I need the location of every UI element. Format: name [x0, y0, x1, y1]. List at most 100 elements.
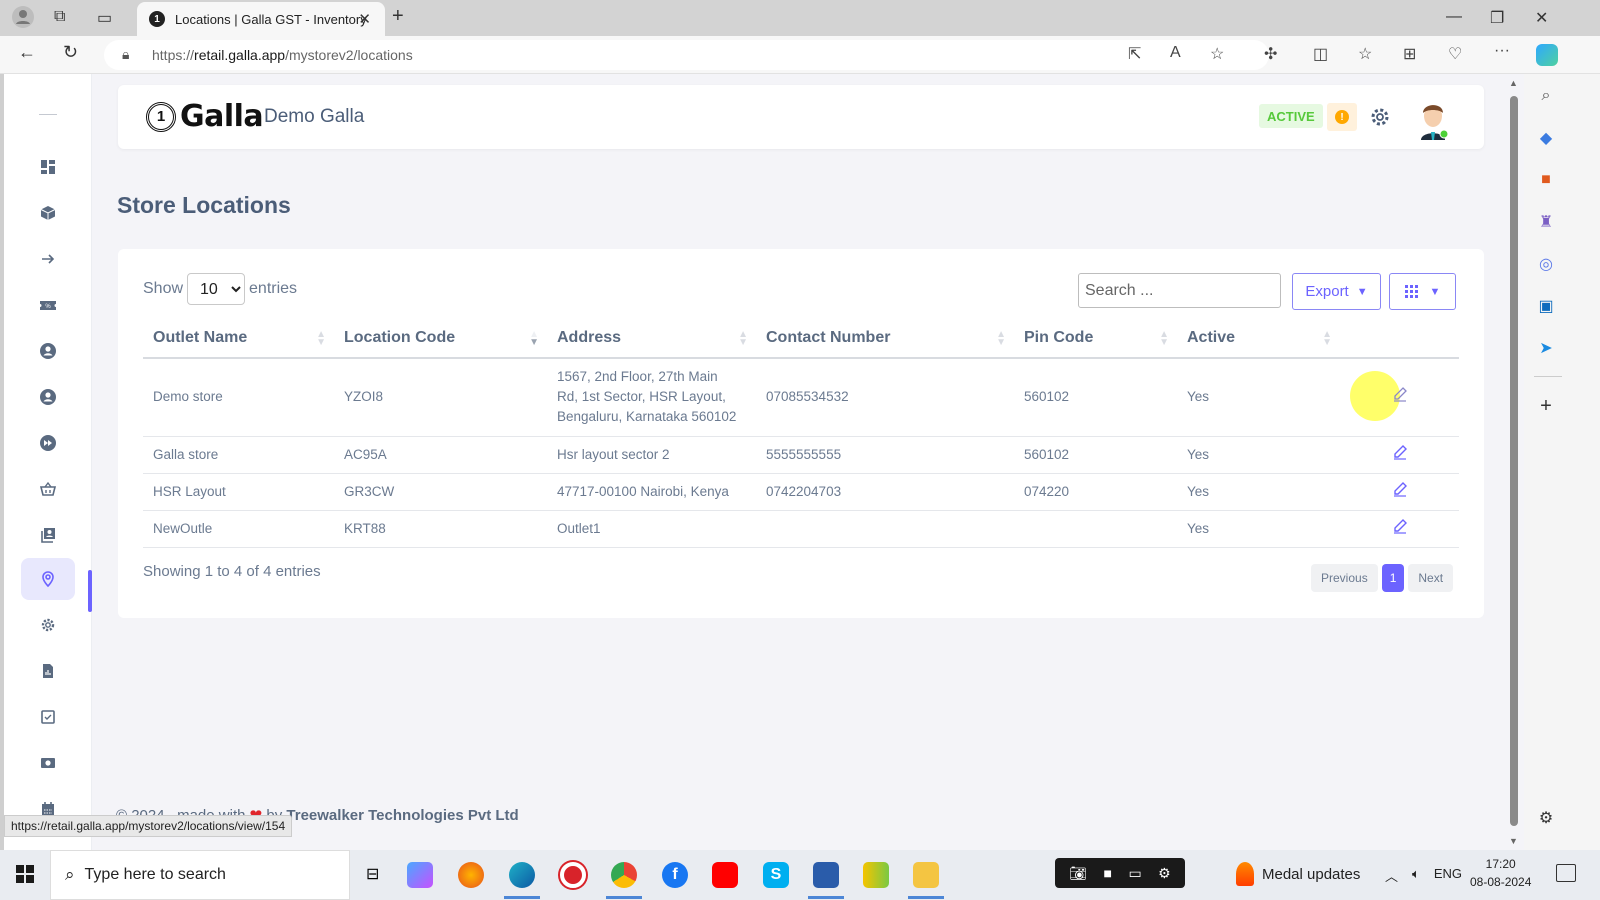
entries-per-page-select[interactable]: 10 [187, 273, 246, 305]
column-header-pin-code[interactable]: Pin Code ▲ ▼ [1014, 319, 1177, 359]
medal-updates-text[interactable]: Medal updates [1262, 866, 1360, 883]
camera-icon[interactable]: 📷︎ [1069, 865, 1087, 882]
gear-icon[interactable]: ⚙ [1158, 865, 1171, 882]
sidebar-item-reports[interactable] [21, 650, 75, 692]
sidebar-item-locations[interactable] [21, 558, 75, 600]
column-visibility-button[interactable]: ▼ [1389, 273, 1456, 310]
volume-icon[interactable]: 🔈︎ [1412, 866, 1420, 885]
tab-actions-icon[interactable]: ▭ [97, 8, 112, 28]
previous-page-button[interactable]: Previous [1311, 564, 1378, 592]
sidebar-item-forward[interactable] [21, 422, 75, 464]
toolbox-icon[interactable]: ■ [1536, 170, 1556, 190]
user-avatar[interactable] [1416, 96, 1450, 140]
sidebar-item-discounts[interactable]: % [21, 284, 75, 326]
extensions-icon[interactable]: ✣ [1264, 44, 1277, 64]
refresh-icon[interactable]: ↻ [63, 42, 78, 63]
copilot-app-icon[interactable] [407, 862, 433, 888]
alert-button[interactable]: ! [1327, 103, 1357, 131]
sidebar-item-dashboard[interactable] [21, 146, 75, 188]
column-header-contact-number[interactable]: Contact Number ▲ ▼ [756, 319, 1014, 359]
profile-icon[interactable] [12, 6, 34, 33]
open-in-app-icon[interactable]: ⇱ [1128, 44, 1141, 64]
split-screen-icon[interactable]: ◫ [1313, 44, 1328, 64]
more-menu-icon[interactable]: ··· [1494, 42, 1510, 60]
games-icon[interactable]: ♜ [1536, 212, 1556, 232]
chrome-app-icon[interactable] [611, 862, 637, 888]
store-app-icon[interactable] [813, 862, 839, 888]
medal-capture-toolbar[interactable]: 📷︎ ■ ▭ ⚙ [1055, 858, 1185, 888]
favorite-star-icon[interactable]: ☆ [1210, 44, 1224, 64]
edge-app-icon[interactable] [509, 862, 535, 888]
sidebar-item-settings[interactable] [21, 604, 75, 646]
microsoft365-icon[interactable]: ◎ [1536, 254, 1556, 274]
sidebar-item-purchases[interactable] [21, 468, 75, 510]
browser-tab[interactable]: 1 Locations | Galla GST - Inventory ✕ [137, 2, 385, 36]
file-explorer-icon[interactable] [913, 862, 939, 888]
notifications-icon[interactable] [1556, 864, 1576, 882]
export-button[interactable]: Export ▼ [1292, 273, 1381, 310]
page-scrollbar[interactable]: ▲ ▼ [1504, 74, 1524, 850]
sidebar-item-tasks[interactable] [21, 696, 75, 738]
language-indicator[interactable]: ENG [1434, 866, 1462, 885]
clip-icon[interactable]: ▭ [1128, 865, 1141, 882]
column-header-active[interactable]: Active ▲ ▼ [1177, 319, 1340, 359]
sidebar-item-products[interactable] [21, 192, 75, 234]
show-hidden-icons-icon[interactable]: ︿ [1385, 866, 1398, 885]
close-tab-icon[interactable]: ✕ [358, 10, 371, 28]
search-icon[interactable]: ⌕ [1536, 86, 1556, 106]
windows-start-icon[interactable] [16, 865, 34, 883]
column-header-outlet-name[interactable]: Outlet Name ▲ ▼ [143, 319, 334, 359]
table-row[interactable]: HSR Layout GR3CW 47717-00100 Nairobi, Ke… [143, 473, 1459, 511]
column-header-address[interactable]: Address ▲ ▼ [547, 319, 756, 359]
workspaces-icon[interactable]: ⧉ [54, 8, 65, 26]
copilot-icon[interactable] [1536, 44, 1558, 66]
edit-pencil-icon[interactable] [1392, 481, 1408, 497]
taskbar-search[interactable]: ⌕ Type here to search [50, 850, 350, 900]
restore-icon[interactable]: ❐ [1490, 8, 1504, 28]
edit-pencil-icon[interactable] [1392, 386, 1408, 402]
settings-gear-icon[interactable] [1368, 105, 1392, 129]
table-row[interactable]: NewOutle KRT88 Outlet1 Yes [143, 510, 1459, 548]
next-page-button[interactable]: Next [1408, 564, 1454, 592]
minimize-icon[interactable]: — [1446, 8, 1462, 26]
outlook-icon[interactable]: ▣ [1536, 296, 1556, 316]
edit-pencil-icon[interactable] [1392, 444, 1408, 460]
add-icon[interactable]: + [1536, 395, 1556, 417]
table-row[interactable]: Galla store AC95A Hsr layout sector 2 55… [143, 436, 1459, 474]
record-app-icon[interactable] [560, 862, 586, 888]
back-icon[interactable]: ← [18, 42, 36, 63]
galla-logo[interactable]: 1 Galla [146, 99, 264, 134]
search-input[interactable] [1078, 273, 1281, 308]
facebook-app-icon[interactable]: f [662, 862, 688, 888]
shopping-tag-icon[interactable]: ◆ [1536, 128, 1556, 148]
footer-company-link[interactable]: Treewalker Technologies Pvt Ltd [286, 807, 518, 824]
skype-app-icon[interactable]: S [763, 862, 789, 888]
firefox-app-icon[interactable] [458, 862, 484, 888]
send-icon[interactable]: ➤ [1536, 338, 1556, 358]
task-view-icon[interactable]: ⊟ [366, 864, 379, 884]
browser-essentials-icon[interactable]: ♡ [1448, 44, 1462, 64]
app-icon[interactable] [863, 862, 889, 888]
sidebar-item-customers[interactable] [21, 330, 75, 372]
table-row[interactable]: Demo store YZOI8 1567, 2nd Floor, 27th M… [143, 358, 1459, 437]
new-tab-icon[interactable]: + [392, 5, 404, 28]
scroll-down-icon[interactable]: ▼ [1509, 836, 1518, 846]
sidebar-item-users[interactable] [21, 376, 75, 418]
collections-icon[interactable]: ⊞ [1403, 44, 1416, 64]
sidebar-settings-icon[interactable]: ⚙ [1536, 808, 1556, 828]
youtube-app-icon[interactable] [712, 862, 738, 888]
column-header-location-code[interactable]: Location Code ▲ ▼ [334, 319, 547, 359]
scroll-up-icon[interactable]: ▲ [1509, 78, 1518, 88]
read-aloud-icon[interactable]: A [1170, 44, 1181, 62]
lock-icon[interactable]: 🔒︎ [122, 46, 129, 63]
video-icon[interactable]: ■ [1104, 865, 1112, 881]
scrollbar-thumb[interactable] [1510, 96, 1518, 826]
edit-pencil-icon[interactable] [1392, 518, 1408, 534]
sidebar-item-contacts[interactable] [21, 514, 75, 556]
clock[interactable]: 17:20 08-08-2024 [1470, 855, 1531, 891]
url-input[interactable]: 🔒︎ https://retail.galla.app/mystorev2/lo… [104, 40, 1269, 70]
page-1-button[interactable]: 1 [1381, 564, 1405, 592]
sidebar-collapse-handle[interactable] [39, 114, 57, 115]
close-window-icon[interactable]: ✕ [1535, 8, 1548, 28]
medal-icon[interactable] [1236, 862, 1254, 886]
